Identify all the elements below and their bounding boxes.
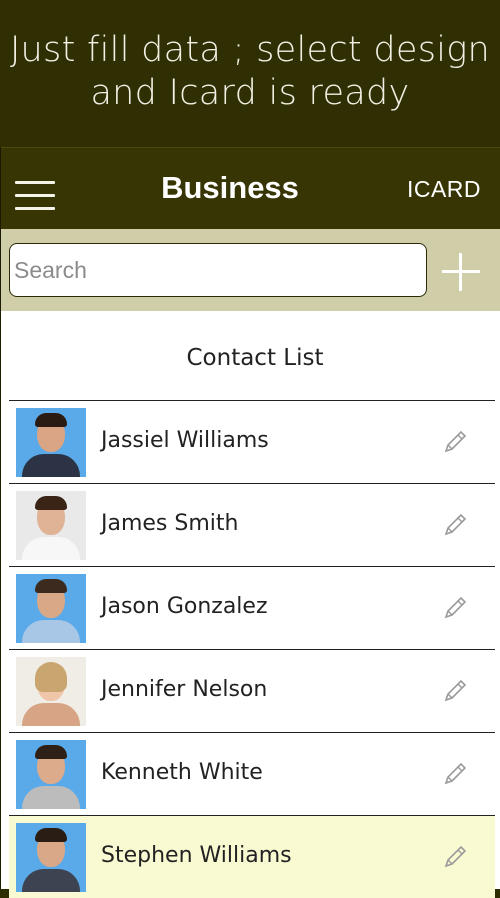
- contact-row[interactable]: Kenneth White: [9, 732, 495, 815]
- contact-row[interactable]: Jassiel Williams: [9, 400, 495, 483]
- contact-row[interactable]: Jason Gonzalez: [9, 566, 495, 649]
- pencil-icon[interactable]: [441, 677, 469, 705]
- search-bar: [1, 229, 500, 311]
- avatar: [16, 574, 86, 643]
- icard-button[interactable]: ICARD: [407, 176, 481, 203]
- avatar: [16, 408, 86, 477]
- contact-list-title: Contact List: [186, 345, 324, 371]
- contact-list: Jassiel Williams James Smith Jason Gonza…: [9, 400, 495, 898]
- pencil-icon[interactable]: [441, 760, 469, 788]
- avatar: [16, 823, 86, 892]
- avatar: [16, 491, 86, 560]
- contact-name: Stephen Williams: [101, 843, 292, 868]
- pencil-icon[interactable]: [441, 511, 469, 539]
- avatar: [16, 740, 86, 809]
- contact-name: Jassiel Williams: [101, 428, 269, 453]
- contact-name: Jason Gonzalez: [101, 594, 268, 619]
- promo-line-2: and Icard is ready: [90, 73, 410, 113]
- app-bar: Business ICARD: [1, 147, 500, 230]
- plus-icon[interactable]: [442, 253, 480, 291]
- avatar: [16, 657, 86, 726]
- contact-name: James Smith: [101, 511, 239, 536]
- contact-name: Jennifer Nelson: [101, 677, 268, 702]
- pencil-icon[interactable]: [441, 428, 469, 456]
- promo-line-1: Just fill data ; select design: [9, 30, 491, 70]
- search-input[interactable]: [9, 243, 427, 297]
- contact-name: Kenneth White: [101, 760, 263, 785]
- promo-banner: Just fill data ; select design and Icard…: [0, 0, 500, 147]
- contact-row[interactable]: Jennifer Nelson: [9, 649, 495, 732]
- pencil-icon[interactable]: [441, 843, 469, 871]
- contact-row[interactable]: Stephen Williams: [9, 815, 495, 898]
- contact-row[interactable]: James Smith: [9, 483, 495, 566]
- pencil-icon[interactable]: [441, 594, 469, 622]
- app-title: Business: [161, 170, 299, 205]
- app-screen: Business ICARD Contact List Jassiel Will…: [0, 147, 500, 898]
